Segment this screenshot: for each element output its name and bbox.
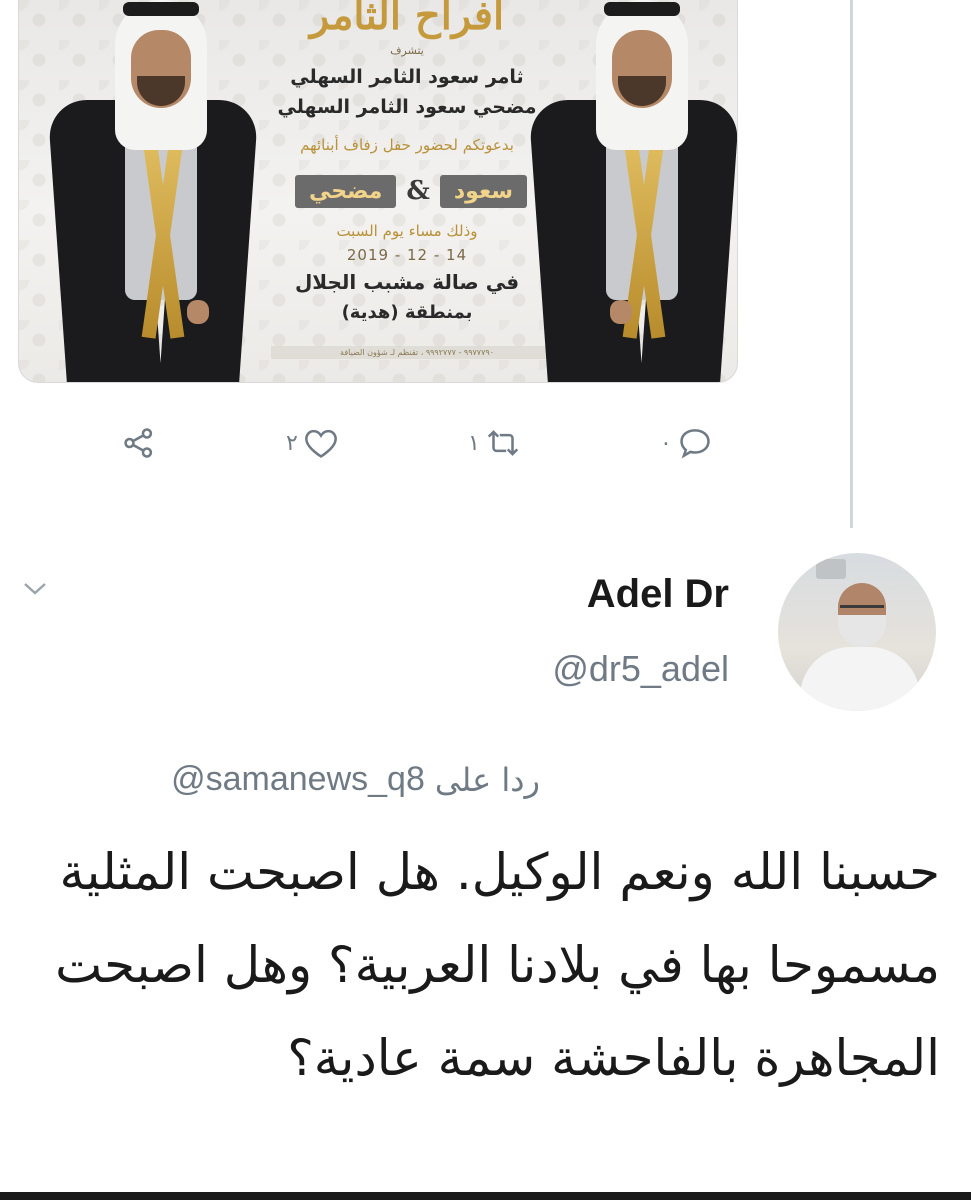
groom-name-2: مضحي [294,174,397,208]
groom-photo-left [37,0,259,382]
avatar[interactable] [778,553,936,711]
chevron-down-icon[interactable] [20,578,50,600]
groom-name-1: سعود [439,174,528,208]
user-display-name[interactable]: Adel Dr [587,572,729,617]
invitation-hall: في صالة مشبب الجلال [294,270,520,294]
invitation-host-1: ثامر سعود الثامر السهلي [290,66,524,88]
replying-to-handle[interactable]: @samanews_q8 [171,760,425,799]
bottom-divider [0,1192,971,1200]
replying-to: ردا على @samanews_q8 [20,760,540,799]
replying-to-label: ردا على [434,760,540,799]
share-icon [124,428,153,458]
heart-icon [304,429,337,458]
invitation-invite-line: بدعوتكم لحضور حفل زفاف أبنائهم [300,136,514,154]
groom-photo-right [518,0,737,382]
tweet-action-bar: ٢ ١ ٠ [0,418,971,468]
tweet-text: حسبنا الله ونعم الوكيل. هل اصبحت المثلية… [55,843,940,1087]
like-count: ٢ [286,430,298,456]
retweet-count: ١ [468,430,480,456]
invitation-text-block: أفراح الثامر يتشرف ثامر سعود الثامر السه… [251,0,563,382]
invitation-title: أفراح الثامر [309,0,505,39]
invitation-honored: يتشرف [390,44,424,57]
invitation-host-2: مضحي سعود الثامر السهلي [277,96,537,118]
invitation-area: بمنطقة (هدية) [341,302,473,323]
share-button[interactable] [120,418,162,468]
reply-count: ٠ [660,430,672,456]
user-handle[interactable]: @dr5_adel [552,648,729,690]
reply-button[interactable]: ٠ [660,418,714,468]
retweet-icon [487,430,518,456]
tweet-media-image[interactable]: أفراح الثامر يتشرف ثامر سعود الثامر السه… [18,0,738,383]
invitation-date: 2019 - 12 - 14 [346,246,468,264]
ampersand: & [406,176,430,206]
comment-icon [680,429,710,459]
retweet-button[interactable]: ١ [468,418,522,468]
like-button[interactable]: ٢ [286,418,340,468]
invitation-evening: وذلك مساء يوم السبت [336,222,478,240]
